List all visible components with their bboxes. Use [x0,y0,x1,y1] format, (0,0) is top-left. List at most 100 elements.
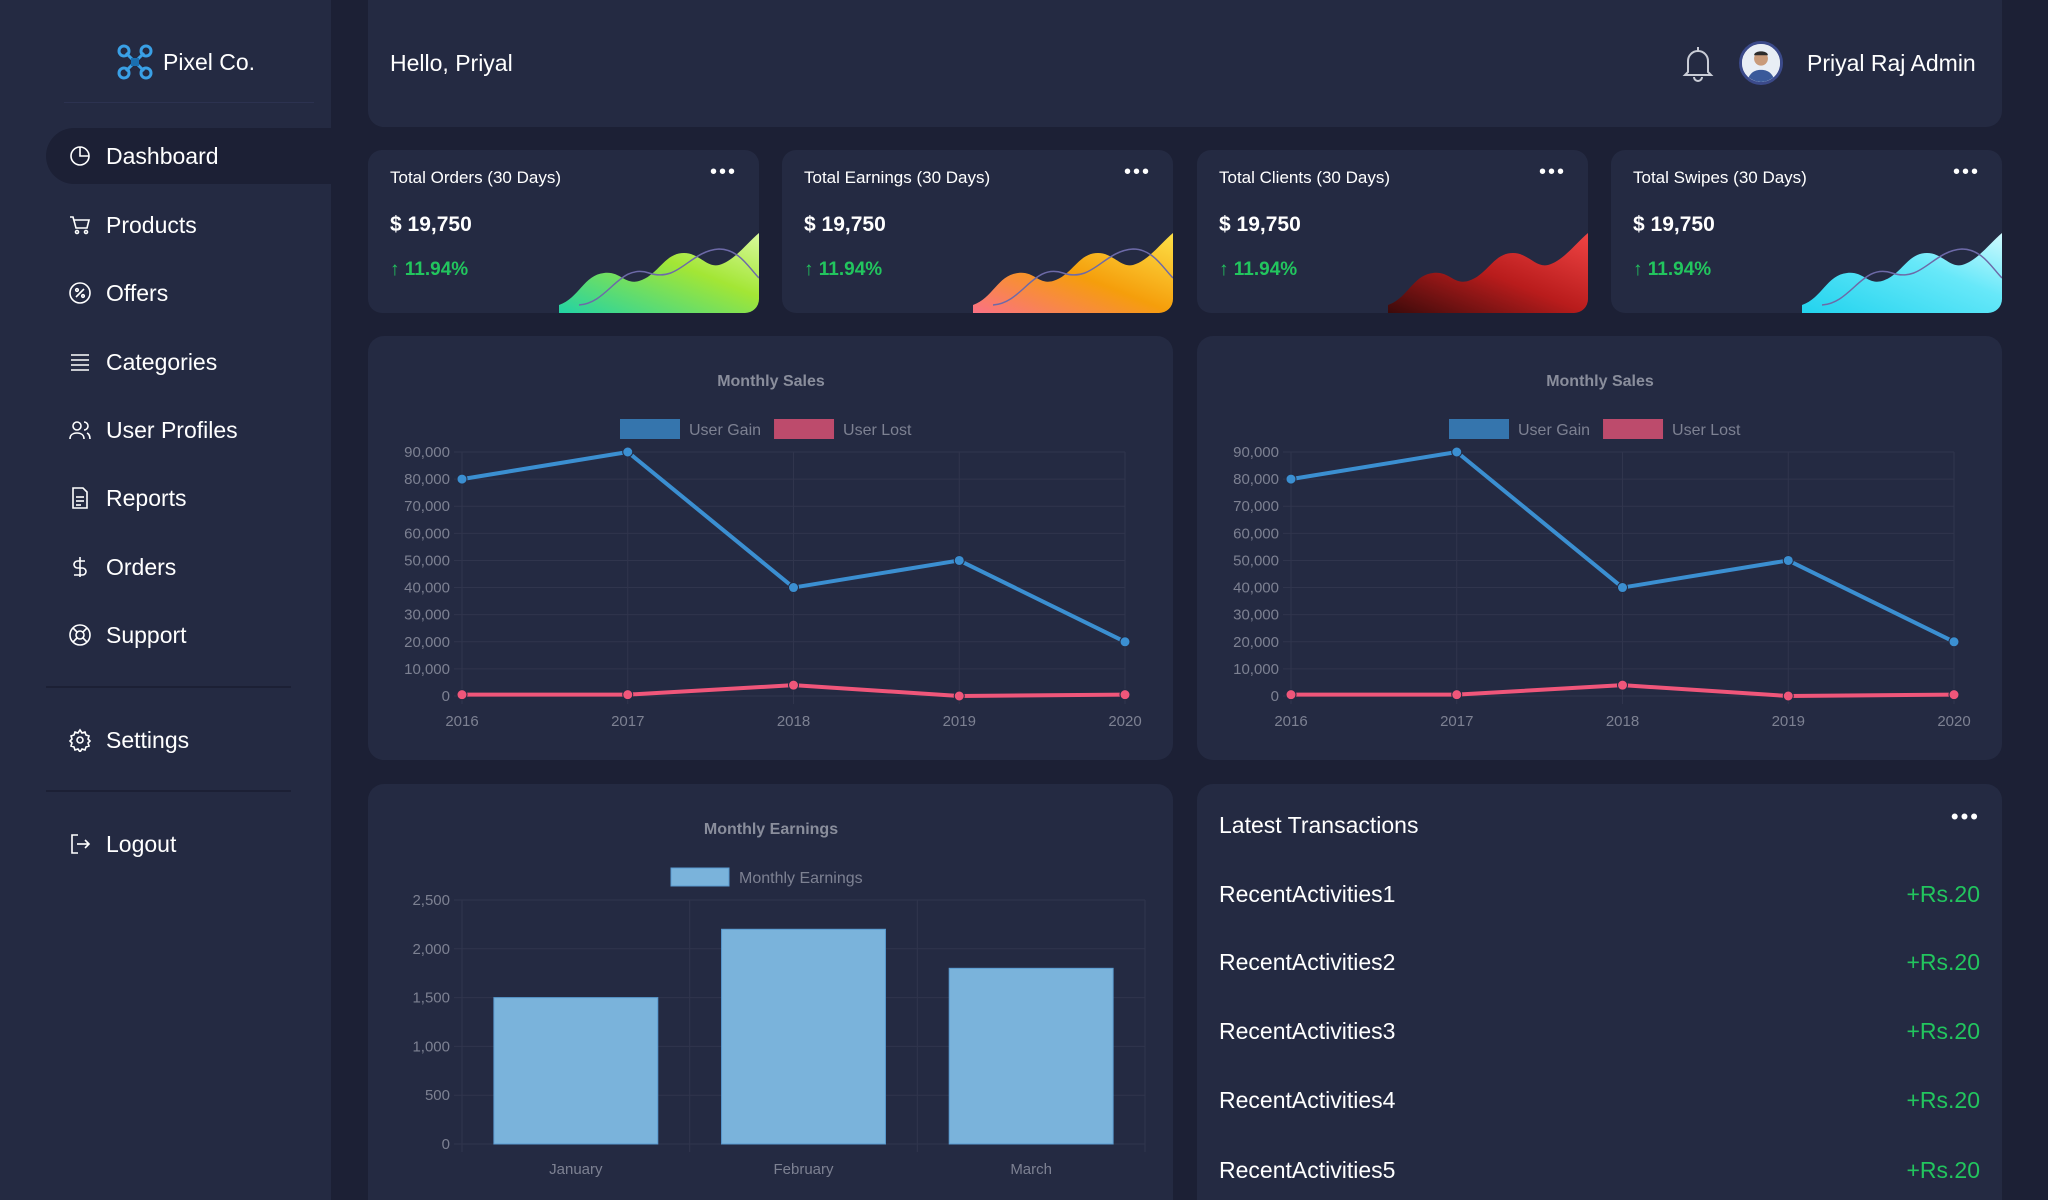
data-point [456,689,468,701]
y-tick-label: 30,000 [404,607,450,624]
sparkline [1802,233,2002,313]
bar [493,997,659,1145]
y-tick-label: 10,000 [1233,661,1279,678]
sidebar-item-user-profiles[interactable]: User Profiles [46,402,331,458]
more-options-icon[interactable]: ••• [1951,806,1980,828]
transaction-name: RecentActivities3 [1219,1017,1396,1044]
sidebar-item-label: Orders [106,553,177,580]
avatar[interactable] [1739,41,1783,85]
data-point [1285,473,1297,485]
legend-swatch [1449,419,1509,439]
more-options-icon[interactable]: ••• [710,162,737,182]
transaction-amount: +Rs.20 [1906,880,1980,907]
sidebar-item-support[interactable]: Support [46,607,331,663]
panel-title: Latest Transactions [1219,812,1419,838]
sidebar-item-offers[interactable]: Offers [46,265,331,321]
document-icon [72,487,88,509]
transaction-amount: +Rs.20 [1906,1156,1980,1183]
stat-card-orders: Total Orders (30 Days) ••• $ 19,750 ↑ 11… [368,150,759,313]
y-tick-label: 60,000 [404,525,450,542]
sidebar-item-orders[interactable]: Orders [46,539,331,595]
more-options-icon[interactable]: ••• [1539,162,1566,182]
bar [721,928,886,1145]
sidebar-item-categories[interactable]: Categories [46,334,331,390]
x-tick-label: January [549,1161,603,1178]
data-point [788,679,799,691]
more-options-icon[interactable]: ••• [1953,162,1980,182]
line-chart: Monthly Sales User Gain User Lost 90,000 80,… [404,373,1142,730]
stat-value: $ 19,750 [390,213,472,236]
sidebar-item-logout[interactable]: Logout [46,816,331,872]
bell-icon[interactable] [1680,44,1716,82]
data-point [1782,554,1794,566]
transaction-row[interactable]: RecentActivities1 +Rs.20 [1219,874,1980,914]
transaction-name: RecentActivities5 [1219,1156,1396,1183]
sidebar-item-products[interactable]: Products [46,197,331,253]
chart-title: Monthly Earnings [704,821,838,838]
stat-title: Total Earnings (30 Days) [804,168,991,187]
sidebar-item-label: Settings [106,726,190,753]
data-point [1617,582,1628,594]
sidebar-item-label: User Profiles [106,416,238,443]
transaction-amount: +Rs.20 [1906,1086,1980,1113]
more-options-icon[interactable]: ••• [1124,162,1151,182]
data-point [1451,446,1463,458]
sidebar-item-settings[interactable]: Settings [46,712,331,768]
y-tick-label: 0 [442,688,450,705]
dollar-icon [73,557,87,577]
x-tick-label: 2020 [1937,713,1970,730]
transaction-name: RecentActivities4 [1219,1086,1396,1113]
transaction-row[interactable]: RecentActivities4 +Rs.20 [1219,1080,1980,1120]
y-tick-label: 2,000 [412,941,450,958]
transaction-row[interactable]: RecentActivities2 +Rs.20 [1219,942,1980,982]
x-tick-label: 2018 [1606,713,1639,730]
data-point [622,689,634,701]
stat-change: ↑ 11.94% [1219,259,1298,280]
data-point [622,446,634,458]
y-tick-label: 60,000 [1233,525,1279,542]
stat-value: $ 19,750 [804,213,886,236]
y-tick-label: 500 [425,1087,450,1104]
sidebar-item-reports[interactable]: Reports [46,470,331,526]
transaction-name: RecentActivities1 [1219,880,1396,907]
x-tick-label: February [773,1161,834,1178]
stat-value: $ 19,750 [1219,213,1301,236]
sparkline [1388,233,1588,313]
y-tick-label: 90,000 [404,444,450,461]
user-name[interactable]: Priyal Raj Admin [1807,50,1976,77]
data-point [456,473,468,485]
stat-value: $ 19,750 [1633,213,1715,236]
legend-swatch [774,419,835,439]
legend-swatch [620,419,680,439]
y-tick-label: 50,000 [1233,552,1279,569]
stat-title: Total Clients (30 Days) [1219,168,1391,187]
monthly-sales-chart-1: Monthly Sales User Gain User Lost 90,000 80,… [368,336,1173,760]
sidebar-item-label: Offers [106,279,169,306]
monthly-sales-chart-2: Monthly Sales User Gain User Lost 90,000 80,… [1197,336,2002,760]
divider [46,686,291,688]
stat-change: ↑ 11.94% [804,259,883,280]
x-tick-label: 2019 [943,713,976,730]
drone-icon [117,44,153,80]
data-point [953,690,965,702]
logout-icon [71,834,91,854]
brand[interactable]: Pixel Co. [117,44,255,80]
y-tick-label: 70,000 [1233,498,1279,515]
data-point [953,554,965,566]
legend-swatch [1603,419,1664,439]
sidebar-item-label: Products [106,211,197,238]
sidebar-item-dashboard[interactable]: Dashboard [46,128,331,184]
legend-swatch [670,867,730,887]
y-tick-label: 30,000 [1233,607,1279,624]
chart-title: Monthly Sales [1546,373,1654,390]
transaction-row[interactable]: RecentActivities5 +Rs.20 [1219,1150,1980,1190]
x-tick-label: 2016 [1274,713,1307,730]
transaction-name: RecentActivities2 [1219,948,1396,975]
data-point [1948,689,1960,701]
transaction-row[interactable]: RecentActivities3 +Rs.20 [1219,1011,1980,1051]
gear-icon [68,728,92,752]
x-tick-label: 2019 [1772,713,1805,730]
line-chart: Monthly Sales User Gain User Lost 90,000 80,… [1233,373,1971,730]
legend-label: User Gain [689,422,761,439]
y-tick-label: 80,000 [404,471,450,488]
